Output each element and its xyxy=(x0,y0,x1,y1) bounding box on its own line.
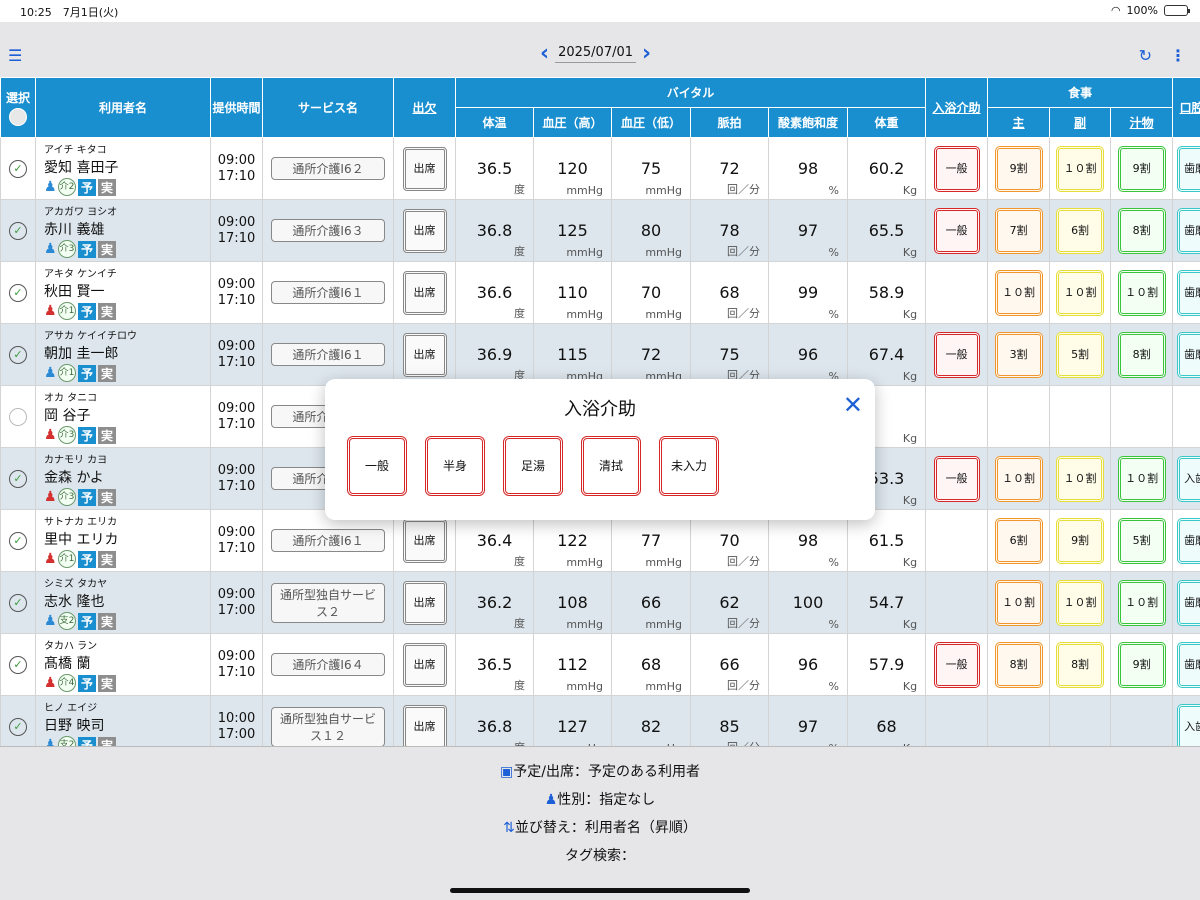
bath-option-button[interactable]: 未入力 xyxy=(659,436,719,496)
bath-options: 一般 半身 足湯 清拭 未入力 xyxy=(347,436,719,496)
bath-option-button[interactable]: 半身 xyxy=(425,436,485,496)
close-icon[interactable]: ✕ xyxy=(843,391,863,419)
modal-overlay: 入浴介助 ✕ 一般 半身 足湯 清拭 未入力 xyxy=(0,0,1200,900)
bath-option-button[interactable]: 清拭 xyxy=(581,436,641,496)
bath-modal: 入浴介助 ✕ 一般 半身 足湯 清拭 未入力 xyxy=(325,379,875,520)
bath-option-button[interactable]: 足湯 xyxy=(503,436,563,496)
bath-option-button[interactable]: 一般 xyxy=(347,436,407,496)
modal-title: 入浴介助 xyxy=(564,399,636,420)
